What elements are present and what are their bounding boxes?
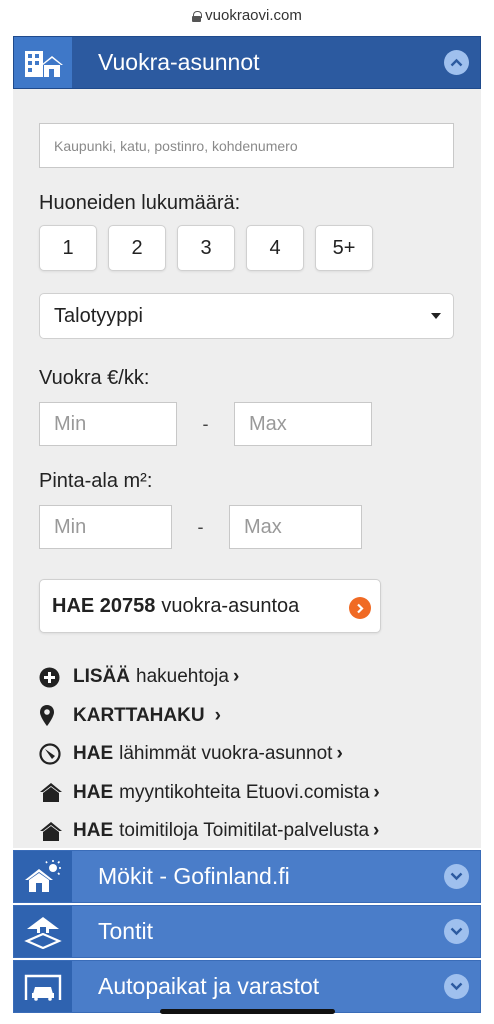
search-button-label: vuokra-asuntoa — [161, 594, 300, 617]
link-bold: KARTTAHAKU — [73, 704, 205, 726]
range-separator: - — [202, 413, 209, 434]
rent-range: Min - Max — [39, 402, 455, 446]
home-indicator[interactable] — [160, 1009, 335, 1014]
compass-icon — [39, 743, 65, 765]
chevron-right-icon: › — [373, 781, 380, 803]
room-button-4[interactable]: 4 — [246, 225, 304, 271]
rental-search-panel: Huoneiden lukumäärä: 1 2 3 4 5+ Talotyyp… — [13, 89, 481, 848]
cottages-section-header[interactable]: Mökit - Gofinland.fi — [13, 850, 481, 903]
dropdown-caret-icon — [431, 313, 441, 319]
search-button-count: HAE 20758 — [52, 594, 156, 617]
room-button-1[interactable]: 1 — [39, 225, 97, 271]
more-criteria-link[interactable]: LISÄÄ hakuehtoja › — [39, 658, 455, 697]
house-icon — [39, 821, 65, 842]
rent-max-input[interactable]: Max — [234, 402, 372, 446]
map-search-link[interactable]: KARTTAHAKU › — [39, 697, 455, 736]
house-type-value: Talotyyppi — [54, 304, 143, 327]
apartment-building-icon — [14, 37, 72, 88]
etuovi-sales-link[interactable]: HAE myyntikohteita Etuovi.comista › — [39, 774, 455, 813]
chevron-right-icon: › — [214, 704, 221, 726]
room-button-3[interactable]: 3 — [177, 225, 235, 271]
rooms-label: Huoneiden lukumäärä: — [39, 192, 241, 214]
cottages-section-title: Mökit - Gofinland.fi — [98, 863, 290, 889]
chevron-down-icon — [443, 919, 469, 944]
area-min-input[interactable]: Min — [39, 505, 172, 549]
area-max-input[interactable]: Max — [229, 505, 362, 549]
plots-section-title: Tontit — [98, 918, 153, 944]
lock-icon — [192, 10, 203, 22]
chevron-up-icon — [443, 50, 469, 75]
expand-button[interactable] — [432, 961, 480, 1012]
room-button-2[interactable]: 2 — [108, 225, 166, 271]
chevron-right-icon: › — [373, 820, 380, 842]
chevron-down-icon — [443, 864, 469, 889]
browser-url-bar[interactable]: vuokraovi.com — [0, 0, 494, 30]
plot-icon — [14, 906, 72, 957]
chevron-down-icon — [443, 974, 469, 999]
range-separator: - — [197, 516, 204, 537]
location-search-input[interactable] — [39, 123, 454, 168]
rental-section-title: Vuokra-asunnot — [98, 49, 260, 75]
link-text: hakuehtoja — [136, 666, 229, 688]
map-pin-icon — [39, 704, 65, 727]
house-type-select[interactable]: Talotyyppi — [39, 293, 454, 339]
car-garage-icon — [14, 961, 72, 1012]
room-count-buttons: 1 2 3 4 5+ — [39, 225, 455, 271]
arrow-right-icon — [349, 597, 371, 619]
business-premises-link[interactable]: HAE toimitiloja Toimitilat-palvelusta › — [39, 812, 455, 851]
chevron-right-icon: › — [336, 743, 343, 765]
area-label: Pinta-ala m²: — [39, 470, 153, 492]
parking-section-header[interactable]: Autopaikat ja varastot — [13, 960, 481, 1013]
link-bold: LISÄÄ — [73, 666, 130, 688]
expand-button[interactable] — [432, 906, 480, 957]
link-text: myyntikohteita Etuovi.comista — [119, 781, 370, 803]
chevron-right-icon: › — [232, 666, 240, 688]
link-text: toimitiloja Toimitilat-palvelusta — [119, 820, 370, 842]
rent-min-input[interactable]: Min — [39, 402, 177, 446]
area-range: Min - Max — [39, 505, 455, 549]
house-icon — [39, 782, 65, 803]
link-text: lähimmät vuokra-asunnot — [119, 743, 333, 765]
rent-label: Vuokra €/kk: — [39, 367, 150, 389]
parking-section-title: Autopaikat ja varastot — [98, 973, 320, 999]
plots-section-header[interactable]: Tontit — [13, 905, 481, 958]
rental-section-header[interactable]: Vuokra-asunnot — [13, 36, 481, 89]
url-text: vuokraovi.com — [205, 6, 302, 24]
link-bold: HAE — [73, 820, 114, 842]
plus-circle-icon — [39, 667, 65, 688]
link-bold: HAE — [73, 781, 114, 803]
page-content: Vuokra-asunnot Huoneiden lukumäärä: 1 2 … — [13, 36, 481, 1024]
cottage-sun-icon — [14, 851, 72, 902]
room-button-5plus[interactable]: 5+ — [315, 225, 373, 271]
expand-button[interactable] — [432, 851, 480, 902]
nearest-rentals-link[interactable]: HAE lähimmät vuokra-asunnot › — [39, 735, 455, 774]
link-bold: HAE — [73, 743, 114, 765]
extra-links: LISÄÄ hakuehtoja › KARTTAHAKU › HAE lähimmät… — [39, 658, 455, 851]
collapse-button[interactable] — [432, 37, 480, 88]
search-rentals-button[interactable]: HAE 20758 vuokra-asuntoa — [39, 579, 381, 633]
